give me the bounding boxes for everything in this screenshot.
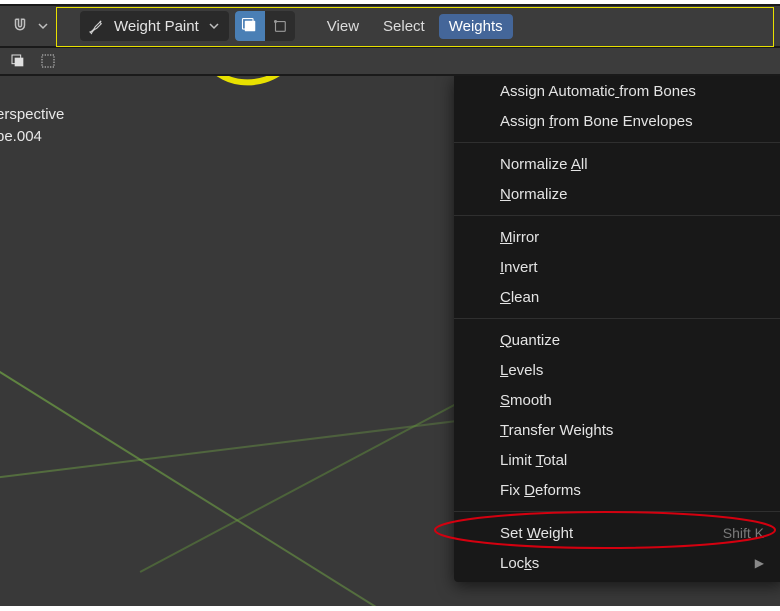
paint-mask-toggle-group xyxy=(235,11,295,41)
menu-item-label: Assign Automatic from Bones xyxy=(500,83,696,100)
menu-item-clean[interactable]: Clean xyxy=(454,282,780,312)
grid-line xyxy=(140,393,476,573)
face-mask-toggle[interactable] xyxy=(235,11,265,41)
annotation-yellow-circle xyxy=(185,76,315,98)
menu-item-normalize[interactable]: Normalize xyxy=(454,179,780,209)
chevron-down-icon[interactable] xyxy=(34,15,52,37)
menu-item-label: Invert xyxy=(500,259,538,276)
menu-select[interactable]: Select xyxy=(373,14,435,39)
menu-item-label: Levels xyxy=(500,362,543,379)
3d-viewport[interactable]: erspective be.004 Assign Automatic from … xyxy=(0,76,780,606)
menu-item-smooth[interactable]: Smooth xyxy=(454,385,780,415)
menu-item-assign-automatic-from-bones[interactable]: Assign Automatic from Bones xyxy=(454,76,780,106)
menu-item-label: Limit Total xyxy=(500,452,567,469)
menu-separator xyxy=(454,511,780,512)
overlay-solid-icon[interactable] xyxy=(8,51,28,71)
overlay-wire-icon[interactable] xyxy=(38,51,58,71)
menu-item-locks[interactable]: Locks ▶ xyxy=(454,548,780,578)
weights-dropdown: Assign Automatic from Bones Assign from B… xyxy=(454,76,780,582)
menu-item-label: Assign from Bone Envelopes xyxy=(500,113,693,130)
menu-view[interactable]: View xyxy=(317,14,369,39)
magnet-icon xyxy=(8,15,32,37)
menu-item-label: Set Weight xyxy=(500,525,573,542)
menu-separator xyxy=(454,318,780,319)
menu-item-fix-deforms[interactable]: Fix Deforms xyxy=(454,475,780,505)
menu-item-limit-total[interactable]: Limit Total xyxy=(454,445,780,475)
menu-item-quantize[interactable]: Quantize xyxy=(454,325,780,355)
menu-item-label: Mirror xyxy=(500,229,539,246)
menu-item-label: Smooth xyxy=(500,392,552,409)
grid-line xyxy=(0,346,401,606)
snap-control[interactable] xyxy=(8,15,52,37)
menu-item-levels[interactable]: Levels xyxy=(454,355,780,385)
vertex-mask-toggle[interactable] xyxy=(265,11,295,41)
menu-item-label: Normalize All xyxy=(500,156,588,173)
menu-item-normalize-all[interactable]: Normalize All xyxy=(454,149,780,179)
mode-selector[interactable]: Weight Paint xyxy=(80,11,229,41)
viewport-info-line2: be.004 xyxy=(0,128,42,145)
weight-paint-icon xyxy=(84,15,108,37)
menu-item-label: Transfer Weights xyxy=(500,422,613,439)
menu-weights[interactable]: Weights xyxy=(439,14,513,39)
header-menus: View Select Weights xyxy=(317,14,513,39)
menu-item-label: Normalize xyxy=(500,186,568,203)
menu-item-label: Quantize xyxy=(500,332,560,349)
menu-item-label: Clean xyxy=(500,289,539,306)
viewport-info-line1: erspective xyxy=(0,106,64,123)
chevron-down-icon[interactable] xyxy=(205,21,223,31)
menu-separator xyxy=(454,215,780,216)
menu-item-label: Locks xyxy=(500,555,539,572)
submenu-arrow-icon: ▶ xyxy=(755,556,764,570)
viewport-header: Weight Paint View Select Weig xyxy=(0,4,780,48)
menu-item-shortcut: Shift K xyxy=(723,525,764,541)
menu-item-mirror[interactable]: Mirror xyxy=(454,222,780,252)
menu-item-transfer-weights[interactable]: Transfer Weights xyxy=(454,415,780,445)
menu-separator xyxy=(454,142,780,143)
menu-item-set-weight[interactable]: Set Weight Shift K xyxy=(454,518,780,548)
menu-item-label: Fix Deforms xyxy=(500,482,581,499)
mode-label: Weight Paint xyxy=(114,18,199,35)
menu-item-assign-from-bone-envelopes[interactable]: Assign from Bone Envelopes xyxy=(454,106,780,136)
menu-item-invert[interactable]: Invert xyxy=(454,252,780,282)
overlay-toolbar xyxy=(0,48,780,76)
grid-line xyxy=(0,418,476,483)
